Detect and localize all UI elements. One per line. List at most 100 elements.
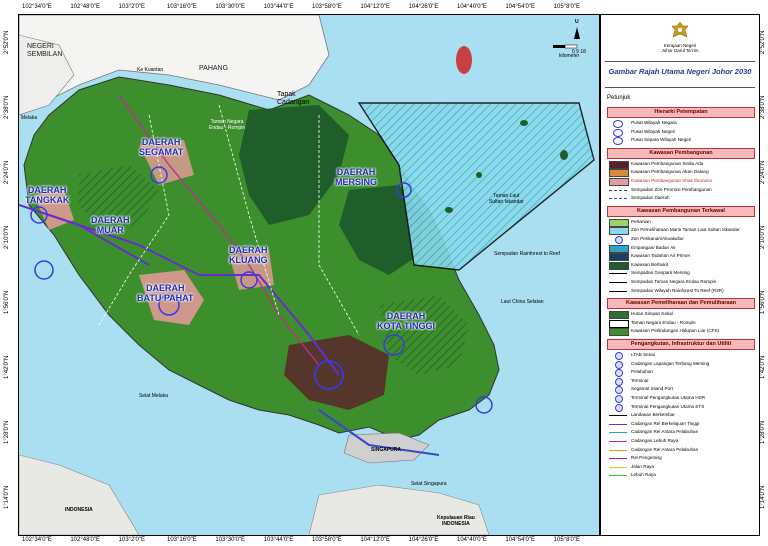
legend-label: Cadangan Rel Berkelajuan Tinggi <box>631 420 700 426</box>
legend-swatch <box>609 290 627 292</box>
lon-tick-bottom: 102°48'0"E <box>70 537 101 543</box>
legend-swatch <box>609 273 627 275</box>
johor-crest-icon <box>671 21 689 38</box>
legend-swatch <box>613 137 623 146</box>
legend-item: Taman Negara Endau - Rompin <box>609 319 757 328</box>
legend-section-4: Pengangkutan, Infrastruktur dan Utiliti <box>607 339 755 350</box>
divider <box>605 87 755 88</box>
label-selat-singapura: Selat Singapura <box>411 481 447 487</box>
label-melaka: Melaka <box>21 115 38 121</box>
legend-section-3: Kawasan Pemeliharaan dan Pemuliharaan <box>607 298 755 310</box>
legend-item: Kawasan Tadahan Air Primer <box>609 252 757 262</box>
map-sheet: 102°34'0"E 102°48'0"E 103°2'0"E 103°16'0"E 1… <box>0 0 768 546</box>
lat-tick-left: 2°24'0"N <box>4 160 10 184</box>
lat-tick-right: 2°38'0"N <box>760 95 766 119</box>
legend-label: Jalan Raya <box>631 463 654 469</box>
map-title: Gambar Rajah Utama Negeri Johor 2030 <box>608 67 752 76</box>
north-label: U <box>575 19 579 25</box>
legend-item: Sempadan Zon Promosi Pembangunan <box>609 186 757 194</box>
legend-label: Pelabuhan <box>631 369 653 375</box>
legend-swatch <box>609 415 627 417</box>
lat-tick-right: 1°42'0"N <box>760 355 766 379</box>
legend-swatch <box>609 441 627 442</box>
label-pahang: PAHANG <box>199 65 229 72</box>
legend-label: Sempadan Taman Negara Endau Rompin <box>631 279 717 284</box>
legend-item: Cadangan Rel Antara Pelabuhan <box>609 446 757 454</box>
lon-tick-top: 103°16'0"E <box>167 4 197 10</box>
lon-tick-top: 104°54'0"E <box>505 4 536 10</box>
lat-tick-right: 1°14'0"N <box>760 485 766 509</box>
legend-label: Pusat Wilayah Negara <box>631 120 677 125</box>
legend-label: Taman Negara Endau - Rompin <box>631 319 696 325</box>
legend-item: Cadangan Lapangan Terbang Mersing <box>609 360 757 369</box>
district-mersing[interactable]: DAERAH MERSING <box>335 167 377 187</box>
agency-name: Kerajaan Negeri Johor Darul Ta'zim <box>661 43 699 53</box>
lon-tick-bottom: 103°30'0"E <box>215 537 246 543</box>
island-1 <box>520 120 528 126</box>
legend-item: Pusat Wilayah Negara <box>609 119 757 128</box>
legend-label: Sempadan Wilayah Rainforest To Reef (R2R… <box>631 287 724 293</box>
lon-tick-bottom: 102°34'0"E <box>22 537 52 543</box>
legend-item: Sempadan Daerah <box>609 194 757 202</box>
legend-item: Kawasan Berbukit <box>609 261 757 270</box>
legend-item: Lebuh Raya <box>609 471 757 479</box>
lon-tick-bottom: 103°2'0"E <box>118 537 146 543</box>
lon-tick-bottom: 104°12'0"E <box>360 537 391 543</box>
legend-item: Terminal Pengangkutan Utama ETS <box>609 403 757 412</box>
lat-tick-left: 2°52'0"N <box>4 30 10 54</box>
legend-item: Jalan Raya <box>609 463 757 471</box>
legend-swatch <box>609 282 627 283</box>
district-batu-pahat[interactable]: DAERAH BATU PAHAT <box>137 283 194 303</box>
legend-item: Rel Pengerang <box>609 454 757 462</box>
legend-item: Sempadan Taman Negara Endau Rompin <box>609 278 757 286</box>
lon-tick-top: 102°48'0"E <box>70 4 101 10</box>
label-negeri-sembilan: NEGERI SEMBILAN <box>27 43 63 58</box>
legend-item: Segamat Inland Port <box>609 385 757 395</box>
label-ke-kuantan: Ke Kuantan <box>137 67 164 73</box>
legend-label: Sempadan Zon Promosi Pembangunan <box>631 186 712 192</box>
legend-swatch <box>609 432 627 434</box>
lon-tick-top: 104°26'0"E <box>408 4 439 10</box>
legend-label: Empangan/ Badan Air <box>631 244 676 250</box>
legend-swatch <box>609 198 627 200</box>
legend-item: LTAB Senai <box>609 351 757 360</box>
legend-label: Pertanian <box>631 218 651 224</box>
legend-heading: Petunjuk <box>607 95 631 101</box>
lat-tick-left: 1°42'0"N <box>4 355 10 379</box>
legend-item: Zon Perikanan/Akuakultur <box>609 235 757 244</box>
legend-label: Pusat Separa Wilayah Negeri <box>631 137 692 143</box>
lon-tick-bottom: 104°40'0"E <box>457 537 487 543</box>
legend-label: Cadangan Lebuh Raya <box>631 438 679 443</box>
legend-label: Hutan Simpan Kekal <box>631 311 673 317</box>
tioman-island <box>456 46 472 74</box>
divider <box>605 61 755 62</box>
legend-label: Sempadan Daerah <box>631 195 670 201</box>
legend-label: Rel Pengerang <box>631 455 662 461</box>
lon-tick-top: 103°2'0"E <box>118 4 146 10</box>
legend-label: Zon Pemeliharaan Marin Taman Laut Sultan… <box>631 227 740 233</box>
district-kluang[interactable]: DAERAH KLUANG <box>229 245 268 265</box>
legend-item: Terminal Pengangkutan Utama HSR <box>609 394 757 403</box>
label-laut-china-selatan: Laut China Selatan <box>501 299 544 305</box>
legend-item: Empangan/ Badan Air <box>609 244 757 253</box>
lat-tick-right: 2°24'0"N <box>760 160 766 184</box>
legend-label: Cadangan Lapangan Terbang Mersing <box>631 360 710 366</box>
district-segamat[interactable]: DAERAH SEGAMAT <box>139 137 183 157</box>
lon-tick-top: 104°40'0"E <box>457 4 487 10</box>
label-singapura: SINGAPURA <box>371 447 402 453</box>
label-tapak-cadangan: Tapak Cadangan <box>277 91 310 106</box>
district-muar[interactable]: DAERAH MUAR <box>91 215 130 235</box>
district-kota-tinggi[interactable]: DAERAH KOTA TINGGI <box>377 311 435 331</box>
district-tangkak[interactable]: DAERAH TANGKAK <box>25 185 69 205</box>
lat-tick-left: 1°28'0"N <box>4 420 10 444</box>
label-sempadan-r2r: Sempadan Rainforest to Reef <box>494 251 560 257</box>
label-taman-laut: Taman Laut Sultan Iskandar <box>489 193 524 205</box>
lon-tick-top: 105°8'0"E <box>553 4 581 10</box>
lat-tick-right: 1°56'0"N <box>760 290 766 314</box>
legend-item: Pusat Separa Wilayah Negeri <box>609 136 757 146</box>
map-canvas[interactable]: NEGERI SEMBILAN PAHANG Melaka Tapak Cada… <box>18 14 600 536</box>
lon-tick-bottom: 103°16'0"E <box>167 537 197 543</box>
legend-item: Cadangan Rel Berkelajuan Tinggi <box>609 420 757 428</box>
lat-tick-right: 2°10'0"N <box>760 225 766 249</box>
legend-swatch <box>609 458 627 460</box>
